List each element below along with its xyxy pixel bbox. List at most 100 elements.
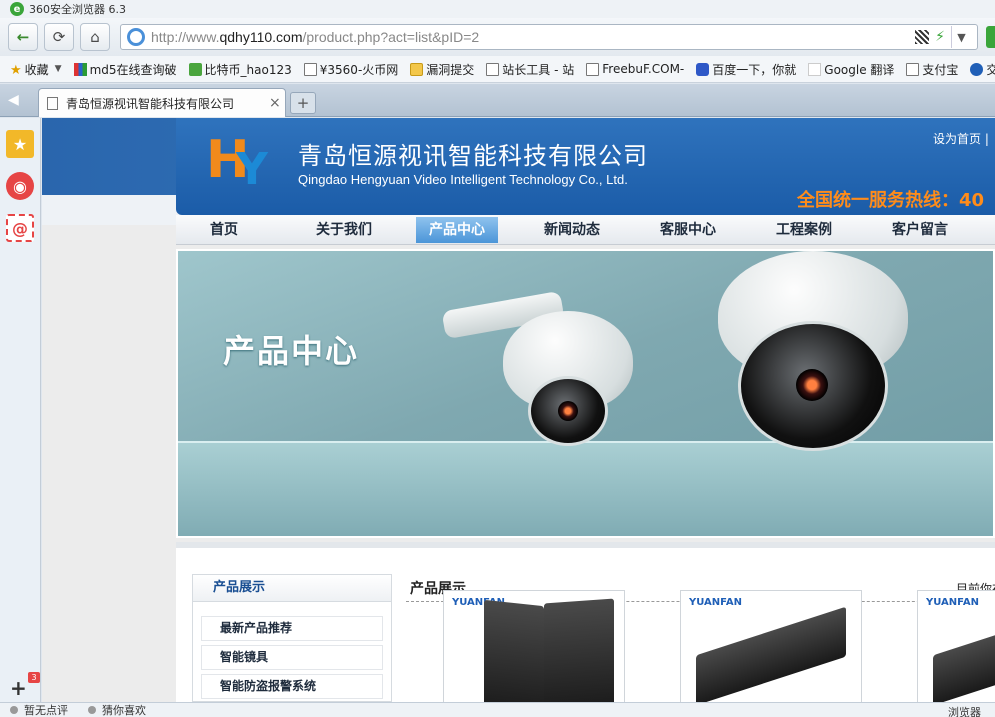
status-comments[interactable]: 暂无点评 [24, 702, 68, 717]
bitcoin-site-icon [188, 62, 202, 76]
menu-service[interactable]: 客服中心 [648, 217, 728, 243]
menu-home[interactable]: 首页 [194, 217, 254, 243]
weibo-icon[interactable]: ◉ [6, 172, 34, 200]
bookmark-label: 收藏 [24, 62, 49, 77]
tab-strip: ◀ 青岛恒源视讯智能科技有限公司 × + [0, 84, 995, 117]
page-icon [586, 62, 600, 76]
bookmark-label: 百度一下，你就 [712, 62, 797, 77]
bookmark-label: 站长工具 - 站 [502, 62, 575, 77]
main-menu: 首页 关于我们 产品中心 新闻动态 客服中心 工程案例 客户留言 [176, 215, 995, 245]
product-thumbnail[interactable]: YUANFAN [917, 590, 995, 702]
category-item[interactable]: 智能镜具 [201, 645, 383, 670]
close-icon[interactable]: × [269, 95, 285, 111]
address-tools: ⚡ ▼ [915, 26, 977, 48]
bookmark-label: md5在线查询破 [89, 62, 177, 77]
bookmarks-bar: ★ 收藏 ▼ md5在线查询破 比特币_hao123 ¥3560-火币网 漏洞提交 … [0, 56, 995, 83]
refresh-icon[interactable]: ⟳ [44, 23, 74, 51]
bookmark-label: ¥3560-火币网 [319, 62, 399, 77]
back-arrow-icon[interactable]: ← [8, 23, 38, 51]
bookmark-traffic[interactable]: 交通 [970, 61, 995, 78]
url-prefix: http://www. [151, 29, 220, 45]
bookmark-baidu[interactable]: 百度一下，你就 [696, 61, 796, 78]
menu-news[interactable]: 新闻动态 [532, 217, 612, 243]
bookmark-google-translate[interactable]: Google 翻译 [808, 61, 894, 78]
window-titlebar: e 360安全浏览器 6.3 [0, 0, 995, 18]
address-dropdown-icon[interactable]: ▼ [951, 26, 971, 48]
company-logo[interactable]: H Y [206, 132, 268, 195]
product-device-image [696, 606, 846, 702]
address-url[interactable]: http://www.qdhy110.com/product.php?act=l… [151, 29, 915, 45]
product-device-image [933, 606, 995, 702]
status-recommend[interactable]: 猜你喜欢 [102, 702, 146, 717]
md5-site-icon [73, 62, 87, 76]
bookmark-huobi[interactable]: ¥3560-火币网 [303, 61, 399, 78]
menu-messages[interactable]: 客户留言 [880, 217, 960, 243]
browser-logo-icon: e [10, 2, 24, 16]
menu-about[interactable]: 关于我们 [304, 217, 384, 243]
camera-lens [796, 369, 828, 401]
bookmark-label: 交通 [986, 61, 995, 78]
camera-lens [558, 401, 578, 421]
category-heading: 产品展示 [192, 574, 392, 602]
lightning-icon[interactable]: ⚡ [935, 29, 945, 45]
url-host: qdhy110.com [219, 29, 303, 45]
logo-letter-y: Y [236, 144, 268, 195]
add-icon[interactable]: + [10, 676, 27, 700]
url-path: /product.php?act=list&pID=2 [302, 29, 480, 45]
status-bar: 暂无点评 猜你喜欢 浏览器 [0, 702, 995, 717]
bookmark-favorites[interactable]: ★ 收藏 ▼ [10, 61, 62, 78]
category-sidebar: 产品展示 最新产品推荐 智能镜具 智能防盗报警系统 [192, 574, 392, 702]
page-icon [486, 62, 500, 76]
browser-sidebar: ★ ◉ @ + 3 [0, 118, 41, 702]
product-device-image [484, 599, 544, 702]
category-item[interactable]: 最新产品推荐 [201, 616, 383, 641]
status-browser[interactable]: 浏览器 [948, 704, 981, 717]
brand-logo: YUANFAN [926, 597, 979, 608]
bookmark-label: 支付宝 [922, 62, 959, 77]
category-item[interactable]: 智能防盗报警系统 [201, 674, 383, 699]
recommend-icon [88, 706, 96, 714]
sidebar-toggle-icon[interactable]: ◀ [8, 92, 26, 108]
set-homepage-link[interactable]: 设为首页 | [933, 130, 989, 147]
qr-code-icon[interactable] [915, 30, 930, 44]
page-icon [303, 62, 317, 76]
chevron-down-icon[interactable]: ▼ [55, 64, 62, 74]
dome-camera-image-large [698, 251, 958, 471]
favorites-star-icon[interactable]: ★ [6, 130, 34, 158]
bookmark-label: 比特币_hao123 [204, 62, 292, 77]
site-header: H Y 青岛恒源视讯智能科技有限公司 Qingdao Hengyuan Vide… [176, 118, 995, 215]
tab-active[interactable]: 青岛恒源视讯智能科技有限公司 × [38, 88, 286, 117]
page-viewport: H Y 青岛恒源视讯智能科技有限公司 Qingdao Hengyuan Vide… [42, 118, 995, 702]
new-tab-button[interactable]: + [290, 92, 316, 114]
service-hotline: 全国统一服务热线：40 [797, 190, 985, 211]
company-name-en: Qingdao Hengyuan Video Intelligent Techn… [298, 172, 628, 187]
menu-products[interactable]: 产品中心 [416, 217, 498, 243]
page-icon [47, 96, 58, 110]
bookmark-vuln[interactable]: 漏洞提交 [410, 61, 474, 78]
comment-icon [10, 706, 18, 714]
menu-cases[interactable]: 工程案例 [764, 217, 844, 243]
bookmark-label: 漏洞提交 [426, 62, 475, 77]
product-thumbnail[interactable]: YUANFAN [443, 590, 625, 702]
home-icon[interactable]: ⌂ [80, 23, 110, 51]
extension-icon[interactable] [986, 26, 995, 48]
notification-badge: 3 [28, 672, 40, 683]
window-title: 360安全浏览器 6.3 [29, 3, 126, 16]
bookmark-webmaster[interactable]: 站长工具 - 站 [486, 61, 574, 78]
address-bar[interactable]: http://www.qdhy110.com/product.php?act=l… [120, 24, 978, 50]
star-icon: ★ [10, 62, 22, 78]
bookmark-freebuf[interactable]: FreebuF.COM- [586, 62, 684, 76]
dome-camera-image [433, 271, 653, 461]
bookmark-md5[interactable]: md5在线查询破 [73, 61, 177, 78]
tab-title: 青岛恒源视讯智能科技有限公司 [66, 96, 235, 111]
page-icon [906, 62, 920, 76]
site-identity-icon[interactable] [127, 28, 145, 46]
folder-icon [410, 62, 424, 76]
banner-title: 产品中心 [223, 332, 360, 370]
mail-icon[interactable]: @ [6, 214, 34, 242]
product-thumbnail[interactable]: YUANFAN [680, 590, 862, 702]
bookmark-alipay[interactable]: 支付宝 [906, 61, 958, 78]
brand-logo: YUANFAN [452, 597, 505, 608]
bookmark-bitcoin[interactable]: 比特币_hao123 [188, 61, 292, 78]
product-banner: 产品中心 [176, 249, 995, 538]
